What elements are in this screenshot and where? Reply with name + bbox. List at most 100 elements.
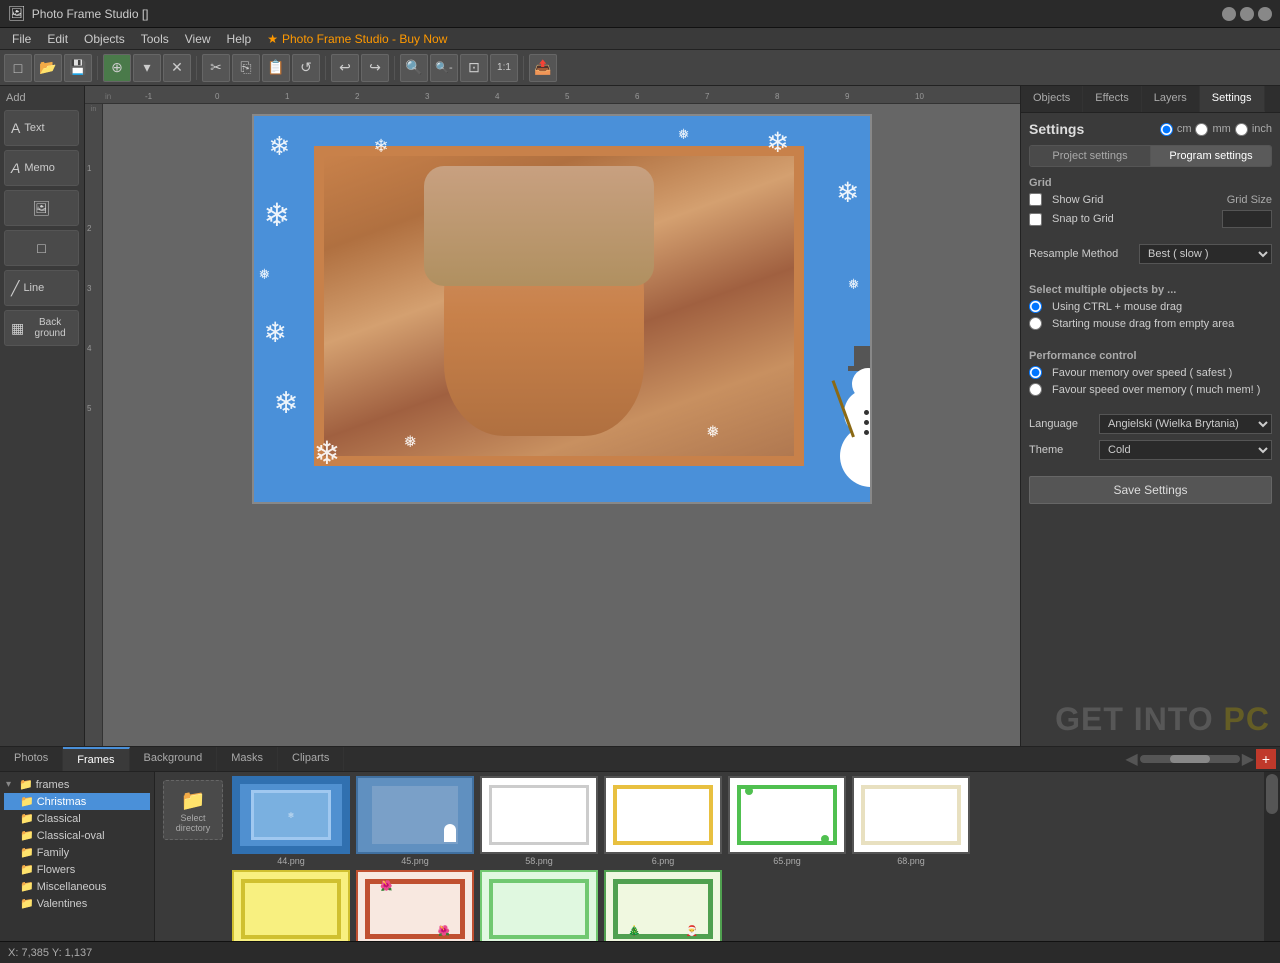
copy-button[interactable]: ⎘ xyxy=(232,54,260,82)
menu-objects[interactable]: Objects xyxy=(76,30,133,48)
shape-tool[interactable]: □ xyxy=(4,230,79,266)
add-image-button[interactable]: ⊕ xyxy=(103,54,131,82)
image-icon: 🖼 xyxy=(33,200,51,217)
menu-help[interactable]: Help xyxy=(219,30,260,48)
tab-settings[interactable]: Settings xyxy=(1200,86,1265,112)
tree-flowers[interactable]: 📁 Flowers xyxy=(4,861,150,878)
language-select[interactable]: Angielski (Wielka Brytania) xyxy=(1099,414,1272,434)
undo-button[interactable]: ↩ xyxy=(331,54,359,82)
tree-christmas[interactable]: 📁 Christmas xyxy=(4,793,150,810)
tree-family[interactable]: 📁 Family xyxy=(4,844,150,861)
statusbar: X: 7,385 Y: 1,137 xyxy=(0,941,1280,963)
resample-label: Resample Method xyxy=(1029,248,1139,260)
delete-button[interactable]: ✕ xyxy=(163,54,191,82)
minimize-button[interactable] xyxy=(1222,7,1236,21)
subtab-project[interactable]: Project settings xyxy=(1030,146,1151,166)
open-button[interactable]: 📂 xyxy=(34,54,62,82)
subtab-program[interactable]: Program settings xyxy=(1151,146,1271,166)
save-settings-button[interactable]: Save Settings xyxy=(1029,476,1272,504)
frame-preview-44: ❄ xyxy=(232,776,350,854)
zoom-fit-button[interactable]: ⊡ xyxy=(460,54,488,82)
language-row: Language Angielski (Wielka Brytania) xyxy=(1029,414,1272,434)
tree-classical[interactable]: 📁 Classical xyxy=(4,810,150,827)
unit-inch[interactable] xyxy=(1235,123,1248,136)
btab-background[interactable]: Background xyxy=(130,747,218,771)
menu-view[interactable]: View xyxy=(177,30,219,48)
line-tool[interactable]: ╱ Line xyxy=(4,270,79,306)
scrollbar-thumb[interactable] xyxy=(1266,774,1278,814)
menu-tools[interactable]: Tools xyxy=(133,30,177,48)
cut-button[interactable]: ✂ xyxy=(202,54,230,82)
maximize-button[interactable] xyxy=(1240,7,1254,21)
zoom-in-button[interactable]: 🔍 xyxy=(400,54,428,82)
tree-root[interactable]: ▾ 📁 frames xyxy=(4,776,150,793)
tree-classical-oval[interactable]: 📁 Classical-oval xyxy=(4,827,150,844)
btab-photos[interactable]: Photos xyxy=(0,747,63,771)
new-button[interactable]: □ xyxy=(4,54,32,82)
snap-grid-checkbox[interactable] xyxy=(1029,213,1042,226)
grid-size-input[interactable] xyxy=(1222,210,1272,228)
tab-objects[interactable]: Objects xyxy=(1021,86,1083,112)
perf-memory-radio[interactable] xyxy=(1029,366,1042,379)
snowflake-6: ❅ xyxy=(259,266,271,283)
scrollbar[interactable] xyxy=(1264,772,1280,941)
tree-root-label: frames xyxy=(36,779,70,791)
paste-button[interactable]: 📋 xyxy=(262,54,290,82)
close-button[interactable] xyxy=(1258,7,1272,21)
dropdown-button[interactable]: ▾ xyxy=(133,54,161,82)
ctrl-drag-radio[interactable] xyxy=(1029,300,1042,313)
ruler-v-wrap: in 1 2 3 4 5 xyxy=(85,104,1020,746)
tree-misc[interactable]: 📁 Miscellaneous xyxy=(4,878,150,895)
frame-thumb-44[interactable]: ❄ 44.png xyxy=(231,776,351,866)
select-directory-button[interactable]: 📁 Selectdirectory xyxy=(163,780,223,840)
unit-cm[interactable] xyxy=(1160,123,1173,136)
frame-thumb-6[interactable]: 6.png xyxy=(603,776,723,866)
show-grid-label: Show Grid xyxy=(1052,194,1133,206)
right-tabs: Objects Effects Layers Settings xyxy=(1021,86,1280,113)
frame-label-58: 58.png xyxy=(525,856,553,866)
frame-thumb-r2[interactable]: 🌺 🌺 xyxy=(355,870,475,941)
text-tool[interactable]: A Text xyxy=(4,110,79,146)
toolbar-sep-3 xyxy=(325,56,326,80)
redo-button[interactable]: ↪ xyxy=(361,54,389,82)
frame-thumb-58[interactable]: 58.png xyxy=(479,776,599,866)
frame-thumb-68[interactable]: 68.png xyxy=(851,776,971,866)
frame-thumb-45[interactable]: 45.png xyxy=(355,776,475,866)
perf-speed-radio[interactable] xyxy=(1029,383,1042,396)
add-frame-button[interactable]: + xyxy=(1256,749,1276,769)
menu-edit[interactable]: Edit xyxy=(39,30,76,48)
background-icon: ▦ xyxy=(11,320,24,337)
resample-select[interactable]: Best ( slow )BilinearNearest xyxy=(1139,244,1272,264)
ctrl-drag-row: Using CTRL + mouse drag xyxy=(1029,300,1272,313)
btab-frames[interactable]: Frames xyxy=(63,747,129,771)
zoom-100-button[interactable]: 1:1 xyxy=(490,54,518,82)
tree-valentines[interactable]: 📁 Valentines xyxy=(4,895,150,912)
show-grid-checkbox[interactable] xyxy=(1029,193,1042,206)
unit-mm[interactable] xyxy=(1195,123,1208,136)
image-tool[interactable]: 🖼 xyxy=(4,190,79,226)
background-tool[interactable]: ▦ Back ground xyxy=(4,310,79,346)
frame-thumb-r3[interactable] xyxy=(479,870,599,941)
frame-thumb-65[interactable]: 65.png xyxy=(727,776,847,866)
empty-drag-radio[interactable] xyxy=(1029,317,1042,330)
memo-tool[interactable]: A Memo xyxy=(4,150,79,186)
save-button[interactable]: 💾 xyxy=(64,54,92,82)
menu-file[interactable]: File xyxy=(4,30,39,48)
menubar: File Edit Objects Tools View Help ★ Phot… xyxy=(0,28,1280,50)
canvas[interactable]: ❄ ❄ ❄ ❅ ❄ ❅ ❄ ❄ ❄ ❄ ❅ ❅ ❅ xyxy=(252,114,872,504)
export-button[interactable]: 📤 xyxy=(529,54,557,82)
frame-thumb-r4[interactable]: 🎄 🎅 xyxy=(603,870,723,941)
frame-label-65: 65.png xyxy=(773,856,801,866)
rotate-button[interactable]: ↺ xyxy=(292,54,320,82)
btab-masks[interactable]: Masks xyxy=(217,747,278,771)
window-controls xyxy=(1222,7,1272,21)
tab-effects[interactable]: Effects xyxy=(1083,86,1141,112)
line-icon: ╱ xyxy=(11,280,19,297)
frames-grid: 📁 Selectdirectory ❄ 44.png xyxy=(155,772,1264,941)
btab-cliparts[interactable]: Cliparts xyxy=(278,747,344,771)
zoom-out-button[interactable]: 🔍- xyxy=(430,54,458,82)
frame-thumb-r1[interactable] xyxy=(231,870,351,941)
theme-select[interactable]: Cold xyxy=(1099,440,1272,460)
settings-panel: Settings cm mm inch Project settings Pro… xyxy=(1021,113,1280,746)
tab-layers[interactable]: Layers xyxy=(1142,86,1200,112)
